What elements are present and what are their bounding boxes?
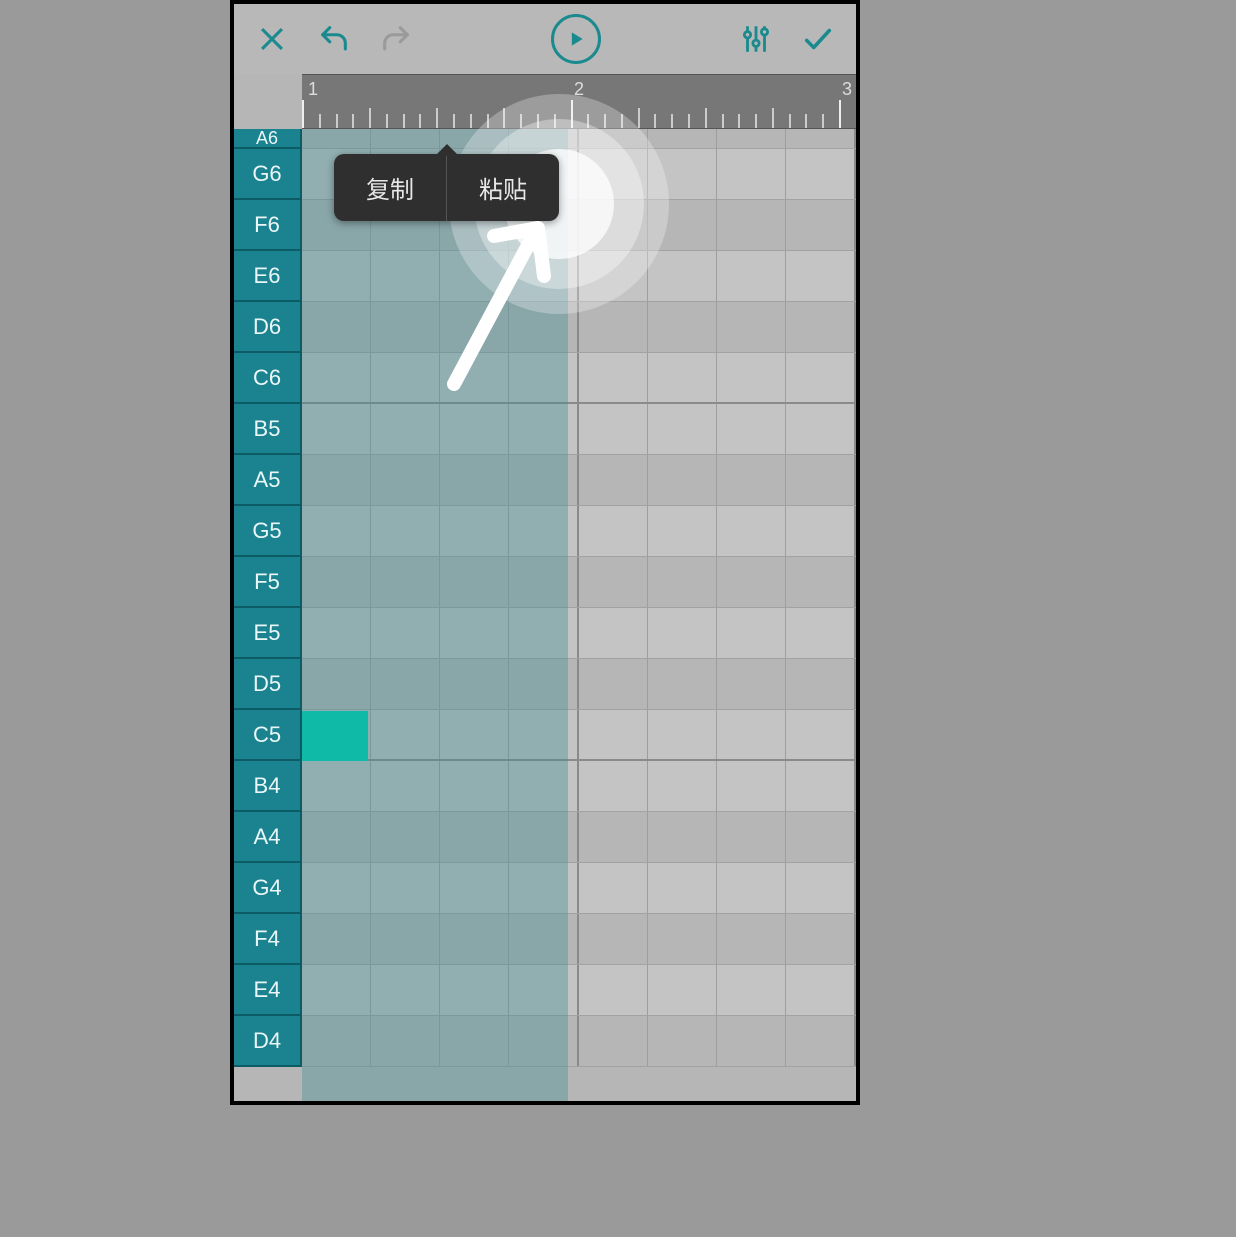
play-button[interactable] <box>551 14 601 64</box>
piano-key[interactable]: B5 <box>234 404 302 455</box>
grid-row[interactable] <box>302 965 856 1016</box>
grid-row[interactable] <box>302 251 856 302</box>
play-icon <box>566 29 586 49</box>
ruler-ticks <box>302 100 856 128</box>
piano-key[interactable]: B4 <box>234 761 302 812</box>
piano-key[interactable]: F6 <box>234 200 302 251</box>
context-menu: 复制 粘贴 <box>334 154 559 221</box>
piano-key[interactable]: D4 <box>234 1016 302 1067</box>
app-window: 1 2 3 A6 G6 F6 E6 D6 <box>230 0 860 1105</box>
piano-key[interactable]: G6 <box>234 149 302 200</box>
check-icon <box>801 22 835 56</box>
copy-menu-item[interactable]: 复制 <box>334 154 446 221</box>
grid-row[interactable] <box>302 1016 856 1067</box>
piano-key[interactable]: F5 <box>234 557 302 608</box>
grid-row[interactable] <box>302 302 856 353</box>
grid-row[interactable] <box>302 710 856 761</box>
redo-button[interactable] <box>374 17 418 61</box>
grid-row[interactable] <box>302 812 856 863</box>
piano-key[interactable]: A6 <box>234 129 302 149</box>
grid-row[interactable] <box>302 608 856 659</box>
screenshot-stage: 1 2 3 A6 G6 F6 E6 D6 <box>0 0 1236 1237</box>
grid-row[interactable] <box>302 659 856 710</box>
mixer-button[interactable] <box>734 17 778 61</box>
piano-key[interactable]: C6 <box>234 353 302 404</box>
timeline-ruler[interactable]: 1 2 3 <box>302 74 856 129</box>
piano-key[interactable]: A5 <box>234 455 302 506</box>
undo-icon <box>317 22 351 56</box>
piano-key[interactable]: D6 <box>234 302 302 353</box>
grid-row[interactable] <box>302 129 856 149</box>
undo-button[interactable] <box>312 17 356 61</box>
piano-key[interactable]: G4 <box>234 863 302 914</box>
play-button-wrap <box>436 14 716 64</box>
piano-key[interactable]: E5 <box>234 608 302 659</box>
piano-key[interactable]: E6 <box>234 251 302 302</box>
close-icon <box>255 22 289 56</box>
piano-key[interactable]: E4 <box>234 965 302 1016</box>
piano-key[interactable]: F4 <box>234 914 302 965</box>
piano-roll: A6 G6 F6 E6 D6 C6 B5 A5 G5 F5 E5 D5 C5 B… <box>234 129 856 1101</box>
bar-number: 3 <box>842 79 852 100</box>
piano-key[interactable]: C5 <box>234 710 302 761</box>
piano-key[interactable]: A4 <box>234 812 302 863</box>
piano-key[interactable]: D5 <box>234 659 302 710</box>
menu-pointer-icon <box>435 144 459 156</box>
grid-row[interactable] <box>302 455 856 506</box>
mixer-icon <box>739 22 773 56</box>
grid-row[interactable] <box>302 557 856 608</box>
note-grid[interactable] <box>302 129 856 1101</box>
bar-number: 1 <box>308 79 318 100</box>
grid-row[interactable] <box>302 914 856 965</box>
grid-row[interactable] <box>302 506 856 557</box>
grid-row[interactable] <box>302 863 856 914</box>
piano-key[interactable]: G5 <box>234 506 302 557</box>
grid-row[interactable] <box>302 761 856 812</box>
grid-row[interactable] <box>302 353 856 404</box>
bar-number: 2 <box>574 79 584 100</box>
piano-keys-column: A6 G6 F6 E6 D6 C6 B5 A5 G5 F5 E5 D5 C5 B… <box>234 129 302 1101</box>
paste-menu-item[interactable]: 粘贴 <box>447 154 559 221</box>
grid-row[interactable] <box>302 404 856 455</box>
confirm-button[interactable] <box>796 17 840 61</box>
editor-toolbar <box>234 4 856 74</box>
close-button[interactable] <box>250 17 294 61</box>
redo-icon <box>379 22 413 56</box>
